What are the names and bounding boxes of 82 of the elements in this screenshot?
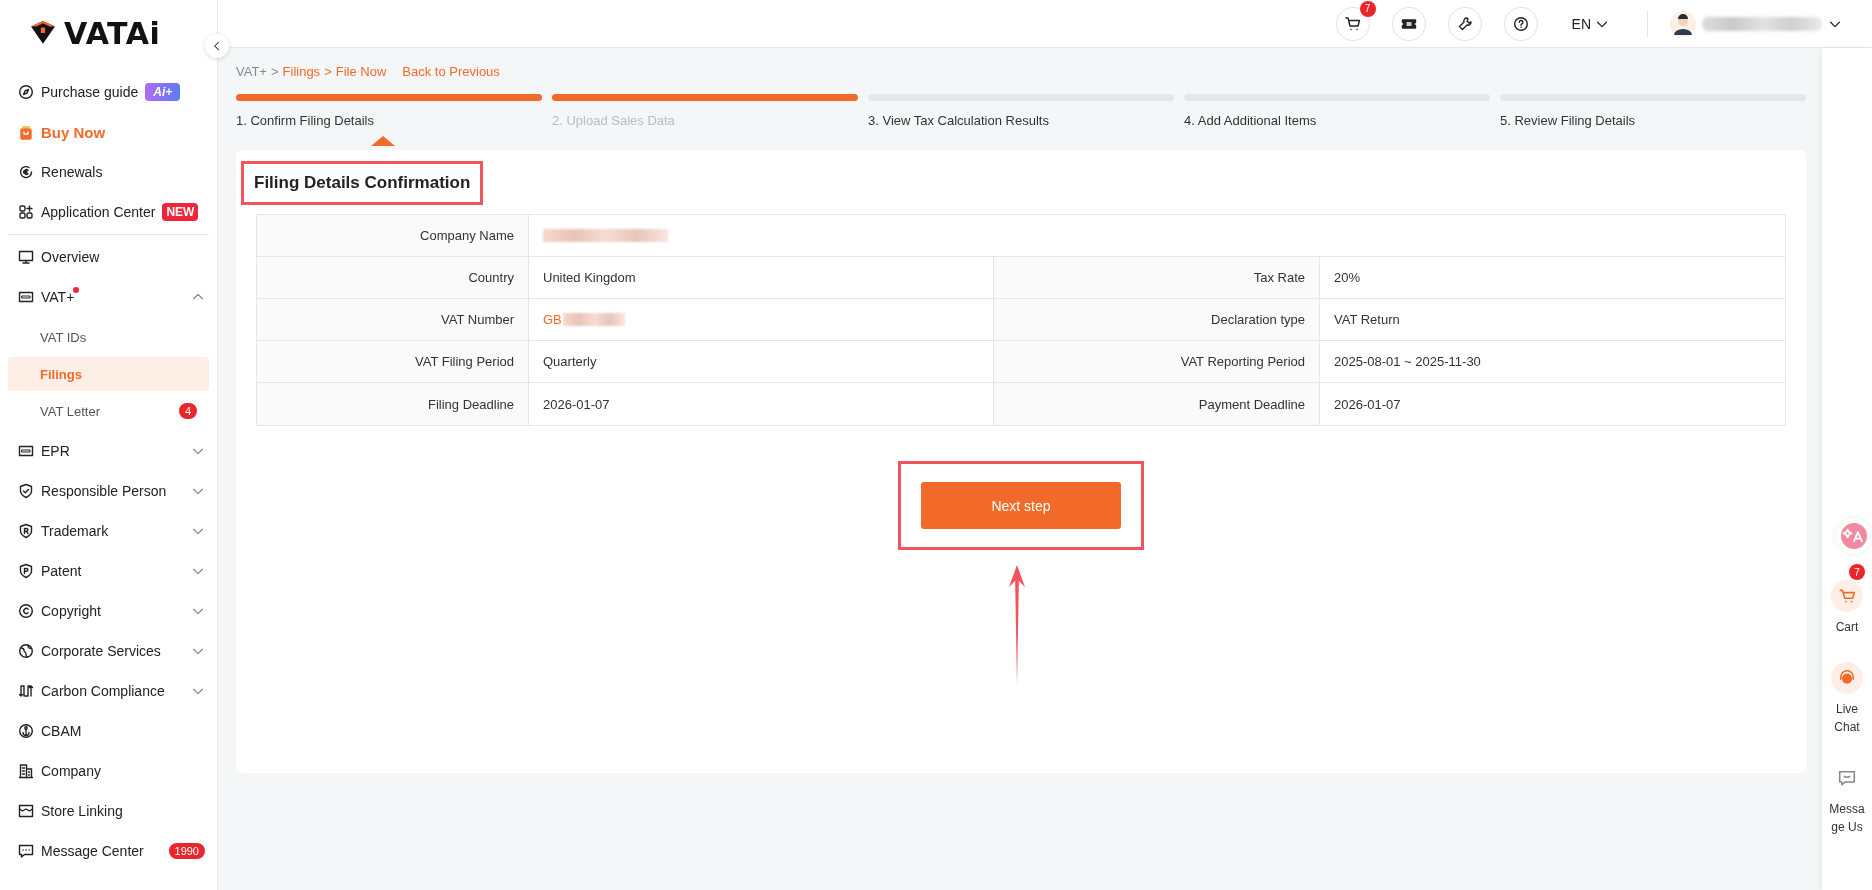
sidebar-item[interactable]: CBAM — [0, 711, 217, 751]
new-badge: NEW — [162, 203, 199, 221]
euro-cycle-icon — [18, 164, 34, 180]
anchor-icon — [18, 723, 34, 739]
field-label: Payment Deadline — [994, 383, 1320, 425]
monitor-icon — [18, 249, 34, 265]
field-label: Filing Deadline — [257, 383, 529, 425]
sidebar-subitem[interactable]: VAT IDs — [8, 320, 209, 354]
count-badge: 7 — [1849, 564, 1865, 580]
field-value: VAT Return — [1334, 312, 1400, 327]
shield-r-icon — [18, 523, 34, 539]
message-icon — [1838, 769, 1856, 787]
vat-card-icon — [18, 289, 34, 305]
route-icon — [18, 683, 34, 699]
epr-card-icon — [18, 443, 34, 459]
field-value: 2025-08-01 ~ 2025-11-30 — [1334, 354, 1481, 369]
compass-icon — [18, 84, 34, 100]
field-value: 20% — [1334, 270, 1361, 285]
sidebar-item[interactable]: Responsible Person — [0, 471, 217, 511]
sidebar-item[interactable]: Renewals — [0, 152, 217, 192]
sidebar-item[interactable]: Corporate Services — [0, 631, 217, 671]
rail-button[interactable]: Message Us — [1827, 762, 1867, 836]
step-label: 4. Add Additional Items — [1184, 113, 1318, 128]
field-label: VAT Number — [257, 299, 529, 341]
ticket-button[interactable] — [1391, 6, 1426, 41]
copyright-icon — [18, 603, 34, 619]
sidebar-item[interactable]: Store Linking — [0, 791, 217, 831]
shield-p-icon — [18, 563, 34, 579]
sidebar-item[interactable]: Company — [0, 751, 217, 791]
sidebar-item[interactable]: Patent — [0, 551, 217, 591]
sidebar-item[interactable]: Trademark — [0, 511, 217, 551]
logo-icon — [28, 20, 58, 46]
wrench-button[interactable] — [1447, 6, 1482, 41]
help-button[interactable] — [1503, 6, 1538, 41]
cart-icon — [1344, 15, 1361, 32]
building-icon — [18, 763, 34, 779]
field-label: VAT Reporting Period — [994, 341, 1320, 383]
apps-icon — [18, 204, 34, 220]
logo-text: VATAi — [64, 15, 161, 51]
field-value: 2026-01-07 — [1334, 396, 1401, 412]
field-value: 2026-01-07 — [543, 396, 610, 412]
ai-tag: Ai+ — [145, 83, 181, 101]
breadcrumb-separator: > — [270, 63, 279, 79]
chat-icon — [18, 843, 34, 859]
sidebar-item[interactable]: Purchase guide Ai+ — [0, 72, 217, 112]
shield-check-icon — [18, 483, 34, 499]
shopping-bag-icon — [18, 124, 34, 140]
field-label: Company Name — [257, 215, 529, 257]
help-icon — [1512, 15, 1529, 32]
sidebar-item[interactable]: EPR — [0, 431, 217, 471]
language-selector[interactable]: EN — [1571, 15, 1609, 32]
cart-icon — [1838, 587, 1856, 605]
count-badge: 4 — [178, 403, 197, 419]
step-label: 1. Confirm Filing Details — [236, 113, 375, 128]
step-label: 5. Review Filing Details — [1500, 113, 1637, 128]
field-label: Declaration type — [994, 299, 1320, 341]
wrench-icon — [1456, 15, 1473, 32]
field-label: Country — [257, 257, 529, 299]
card-title: Filing Details Confirmation — [244, 164, 481, 202]
user-menu[interactable] — [1670, 10, 1842, 37]
count-badge: 7 — [1359, 0, 1376, 17]
cart-button[interactable] — [1335, 6, 1370, 41]
breadcrumb-item: VAT+ — [236, 63, 267, 79]
field-value: Quarterly — [543, 354, 597, 369]
rail-button[interactable]: Live Chat — [1827, 662, 1867, 736]
sidebar-item[interactable]: Copyright — [0, 591, 217, 631]
sidebar-item[interactable]: Overview — [0, 237, 217, 277]
avatar-icon — [1670, 10, 1696, 37]
sidebar-item[interactable]: Message Center 1990 — [0, 831, 217, 871]
sidebar-item[interactable]: Carbon Compliance — [0, 671, 217, 711]
field-value: United Kingdom — [543, 270, 636, 285]
field-label: Tax Rate — [994, 257, 1320, 299]
sidebar-item[interactable]: Application Center NEW — [0, 192, 217, 232]
step-label: 2. Upload Sales Data — [552, 113, 676, 128]
step-label: 3. View Tax Calculation Results — [868, 113, 1050, 128]
rail-button[interactable]: Cart — [1827, 580, 1867, 636]
count-badge: 1990 — [168, 843, 205, 859]
translate-icon — [1841, 523, 1867, 549]
field-label: VAT Filing Period — [257, 341, 529, 383]
sidebar-item[interactable]: VAT+ — [0, 277, 217, 317]
sidebar-subitem[interactable]: VAT Letter 4 — [8, 394, 209, 428]
globe-icon — [18, 643, 34, 659]
